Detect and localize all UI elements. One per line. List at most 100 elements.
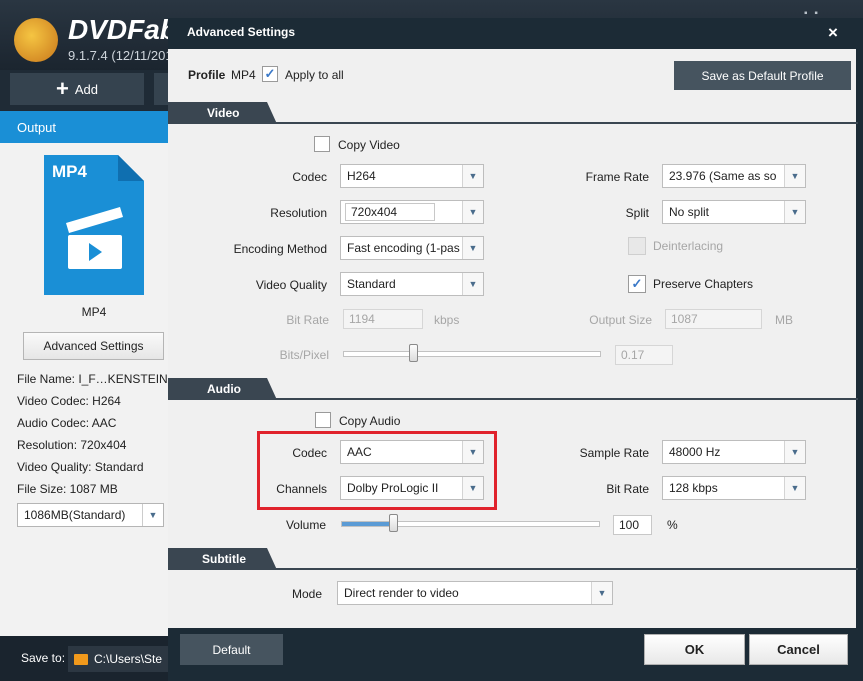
preserve-chapters-label: Preserve Chapters	[653, 277, 754, 291]
size-select-value: 1086MB(Standard)	[24, 508, 126, 522]
deinterlacing-label: Deinterlacing	[653, 239, 724, 253]
dvdfab-logo-icon	[14, 18, 58, 62]
sample-rate-label: Sample Rate	[579, 446, 649, 460]
sample-rate-value: 48000 Hz	[669, 445, 721, 459]
chevron-down-icon	[784, 477, 805, 499]
toolbar-button[interactable]	[154, 73, 168, 105]
output-size-field: 1087	[665, 309, 762, 329]
copy-audio-checkbox[interactable]	[315, 412, 331, 428]
audio-codec-info: Audio Codec: AAC	[17, 416, 117, 430]
dialog-body	[168, 49, 856, 628]
output-tab[interactable]: Output	[0, 111, 168, 143]
video-quality-select[interactable]: Standard	[340, 272, 484, 296]
size-select[interactable]: 1086MB(Standard) ▼	[17, 503, 164, 527]
app-version: 9.1.7.4 (12/11/201	[68, 48, 173, 63]
frame-rate-select[interactable]: 23.976 (Same as so	[662, 164, 806, 188]
resolution-value[interactable]: 720x404	[345, 203, 435, 221]
video-codec-label: Codec	[292, 170, 327, 184]
save-to-label: Save to:	[21, 651, 66, 665]
video-codec-select[interactable]: H264	[340, 164, 484, 188]
audio-bitrate-value: 128 kbps	[669, 481, 718, 495]
subtitle-mode-select[interactable]: Direct render to video	[337, 581, 613, 605]
volume-field[interactable]: 100	[613, 515, 652, 535]
chevron-down-icon: ▼	[142, 504, 163, 526]
video-quality-label: Video Quality	[255, 278, 327, 292]
file-size-info: File Size: 1087 MB	[17, 482, 118, 496]
app-name: DVDFab	[68, 14, 177, 45]
preserve-chapters-checkbox[interactable]: ✓	[628, 275, 646, 293]
highlight-annotation-box	[257, 431, 497, 510]
bits-per-pixel-field: 0.17	[615, 345, 673, 365]
subtitle-section-header: Subtitle	[168, 548, 277, 570]
split-select[interactable]: No split	[662, 200, 806, 224]
bits-per-pixel-slider-thumb[interactable]	[408, 344, 418, 362]
profile-label: Profile	[188, 68, 226, 82]
profile-value: MP4	[231, 68, 256, 82]
mp4-file-icon: MP4	[44, 155, 144, 295]
video-codec-info: Video Codec: H264	[17, 394, 121, 408]
subtitle-mode-label: Mode	[291, 587, 322, 601]
video-quality-info: Video Quality: Standard	[17, 460, 144, 474]
frame-rate-value: 23.976 (Same as so	[669, 169, 777, 183]
video-codec-value: H264	[347, 169, 376, 183]
format-caption: MP4	[81, 305, 107, 319]
close-icon[interactable]: ×	[828, 23, 838, 43]
video-bitrate-label: Bit Rate	[286, 313, 329, 327]
audio-section-header: Audio	[168, 378, 277, 400]
volume-slider-thumb[interactable]	[388, 514, 398, 532]
chevron-down-icon	[462, 273, 483, 295]
chevron-down-icon	[462, 165, 483, 187]
copy-video-checkbox[interactable]	[314, 136, 330, 152]
format-icon-label: MP4	[52, 162, 88, 181]
ok-button[interactable]: OK	[644, 634, 745, 665]
video-quality-value: Standard	[347, 277, 396, 291]
apply-to-all-label: Apply to all	[285, 68, 344, 82]
apply-to-all-checkbox[interactable]: ✓	[262, 66, 278, 82]
dialog-title: Advanced Settings	[187, 25, 296, 39]
output-size-unit: MB	[775, 313, 793, 327]
save-path-field[interactable]: C:\Users\Ste	[68, 646, 168, 672]
folder-icon	[74, 653, 88, 665]
file-name-info: File Name: I_F…KENSTEIN	[17, 372, 168, 386]
chevron-down-icon	[591, 582, 612, 604]
chevron-down-icon	[462, 237, 483, 259]
advanced-settings-button[interactable]: Advanced Settings	[23, 332, 164, 360]
sample-rate-select[interactable]: 48000 Hz	[662, 440, 806, 464]
bits-per-pixel-label: Bits/Pixel	[279, 348, 329, 362]
resolution-select[interactable]: 720x404	[340, 200, 484, 224]
deinterlacing-checkbox	[628, 237, 646, 255]
cancel-button[interactable]: Cancel	[749, 634, 848, 665]
output-size-label: Output Size	[589, 313, 652, 327]
chevron-down-icon	[784, 201, 805, 223]
chevron-down-icon	[784, 441, 805, 463]
resolution-label: Resolution	[270, 206, 327, 220]
frame-rate-label: Frame Rate	[585, 170, 649, 184]
volume-slider-fill	[342, 522, 394, 526]
copy-audio-label: Copy Audio	[339, 414, 401, 428]
video-section-header: Video	[168, 102, 277, 124]
split-label: Split	[625, 206, 649, 220]
volume-label: Volume	[285, 518, 326, 532]
encoding-method-value: Fast encoding (1-pas	[347, 241, 460, 255]
chevron-down-icon	[462, 201, 483, 223]
encoding-method-label: Encoding Method	[233, 242, 327, 256]
volume-unit: %	[667, 518, 678, 532]
save-as-default-profile-button[interactable]: Save as Default Profile	[674, 61, 851, 90]
audio-bitrate-select[interactable]: 128 kbps	[662, 476, 806, 500]
split-value: No split	[669, 205, 710, 219]
plus-icon: +	[56, 76, 69, 101]
bits-per-pixel-slider[interactable]	[343, 351, 601, 357]
add-button[interactable]: + Add	[10, 73, 144, 105]
volume-slider[interactable]	[341, 521, 600, 527]
video-bitrate-unit: kbps	[434, 313, 460, 327]
add-label: Add	[74, 81, 98, 97]
encoding-method-select[interactable]: Fast encoding (1-pas	[340, 236, 484, 260]
audio-bitrate-label: Bit Rate	[606, 482, 649, 496]
default-button[interactable]: Default	[180, 634, 283, 665]
checkmark-icon: ✓	[264, 66, 276, 81]
checkmark-icon: ✓	[631, 276, 643, 291]
copy-video-label: Copy Video	[338, 138, 400, 152]
save-path-value: C:\Users\Ste	[94, 652, 163, 666]
video-bitrate-field: 1194	[343, 309, 423, 329]
resolution-info: Resolution: 720x404	[17, 438, 127, 452]
